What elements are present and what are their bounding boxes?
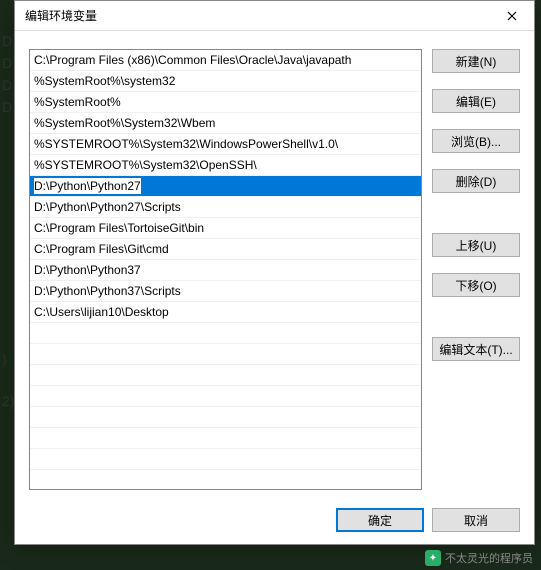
main-row: C:\Program Files (x86)\Common Files\Orac… (29, 49, 520, 490)
list-item[interactable]: D:\Python\Python27\Scripts (30, 197, 421, 218)
footer-row: 确定 取消 (29, 500, 520, 532)
close-button[interactable] (489, 1, 534, 31)
list-item[interactable]: D:\Python\Python27 (30, 176, 421, 197)
cancel-button[interactable]: 取消 (432, 508, 520, 532)
list-item[interactable]: C:\Program Files\Git\cmd (30, 239, 421, 260)
browse-button[interactable]: 浏览(B)... (432, 129, 520, 153)
list-item[interactable]: C:\Program Files\TortoiseGit\bin (30, 218, 421, 239)
edit-button[interactable]: 编辑(E) (432, 89, 520, 113)
watermark-text: 不太灵光的程序员 (445, 550, 533, 566)
list-item[interactable]: . (30, 323, 421, 344)
list-item[interactable]: %SystemRoot% (30, 92, 421, 113)
list-item[interactable]: %SystemRoot%\System32\Wbem (30, 113, 421, 134)
edit-text-button[interactable]: 编辑文本(T)... (432, 337, 520, 361)
dialog-content: C:\Program Files (x86)\Common Files\Orac… (15, 31, 534, 544)
list-item[interactable]: C:\Program Files (x86)\Common Files\Orac… (30, 50, 421, 71)
wechat-icon: ✦ (425, 550, 441, 566)
list-item[interactable]: . (30, 344, 421, 365)
list-item[interactable]: . (30, 365, 421, 386)
edit-env-var-dialog: 编辑环境变量 C:\Program Files (x86)\Common Fil… (14, 0, 535, 545)
ok-button[interactable]: 确定 (336, 508, 424, 532)
path-listbox[interactable]: C:\Program Files (x86)\Common Files\Orac… (29, 49, 422, 490)
list-item[interactable]: %SYSTEMROOT%\System32\WindowsPowerShell\… (30, 134, 421, 155)
list-item[interactable]: . (30, 386, 421, 407)
list-item[interactable]: D:\Python\Python37 (30, 260, 421, 281)
watermark: ✦ 不太灵光的程序员 (425, 550, 533, 566)
list-item[interactable]: %SYSTEMROOT%\System32\OpenSSH\ (30, 155, 421, 176)
list-item[interactable]: D:\Python\Python37\Scripts (30, 281, 421, 302)
list-item[interactable]: . (30, 428, 421, 449)
new-button[interactable]: 新建(N) (432, 49, 520, 73)
delete-button[interactable]: 删除(D) (432, 169, 520, 193)
list-item[interactable]: . (30, 407, 421, 428)
background-fragments: D D D D ) 2) (2, 30, 14, 412)
list-item[interactable]: C:\Users\lijian10\Desktop (30, 302, 421, 323)
titlebar: 编辑环境变量 (15, 1, 534, 31)
move-up-button[interactable]: 上移(U) (432, 233, 520, 257)
list-item[interactable]: . (30, 449, 421, 470)
close-icon (507, 11, 517, 21)
move-down-button[interactable]: 下移(O) (432, 273, 520, 297)
dialog-title: 编辑环境变量 (25, 7, 97, 24)
list-item[interactable]: %SystemRoot%\system32 (30, 71, 421, 92)
side-buttons: 新建(N) 编辑(E) 浏览(B)... 删除(D) 上移(U) 下移(O) 编… (432, 49, 520, 490)
